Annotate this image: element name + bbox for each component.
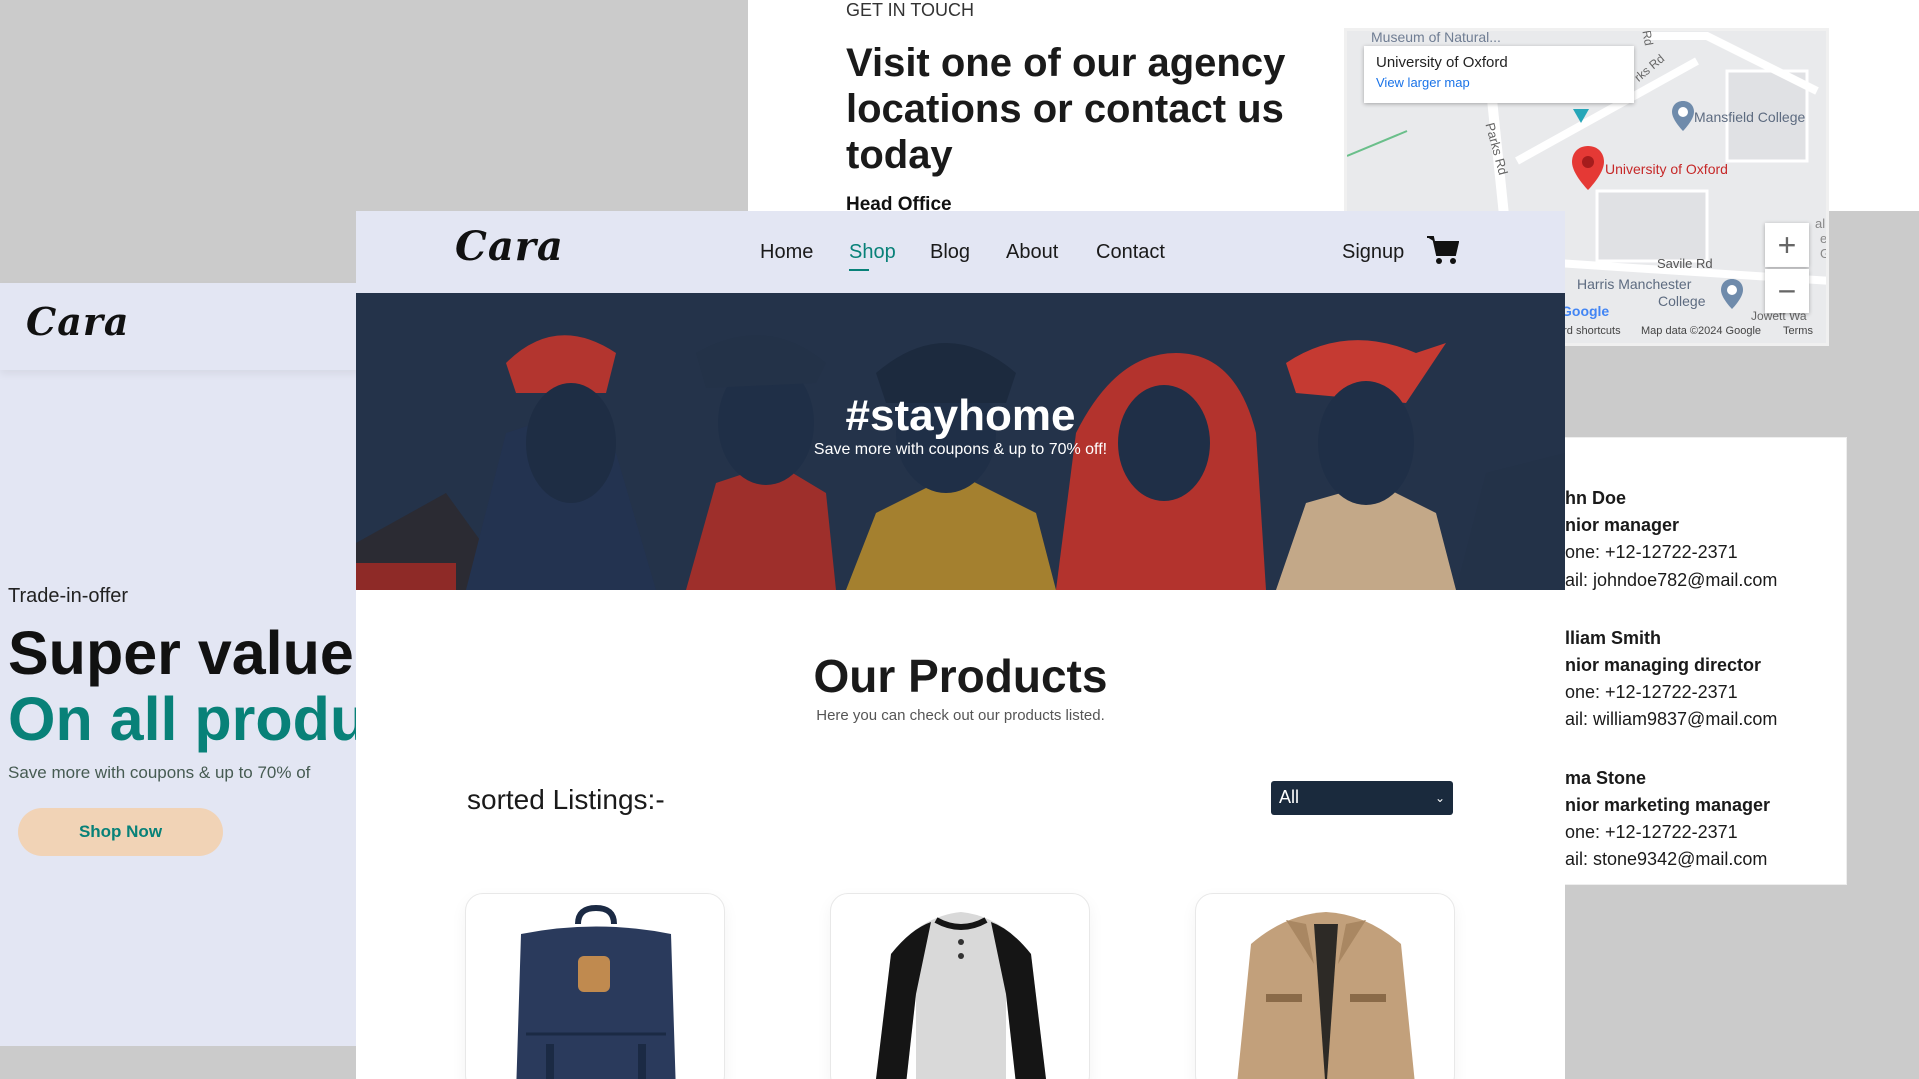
nav-blog[interactable]: Blog	[930, 241, 970, 264]
map-side-label-3: G	[1820, 246, 1826, 261]
products-section-subtitle: Here you can check out our products list…	[816, 707, 1105, 724]
shop-page-card: Cara Home Shop Blog About Contact Signup	[356, 211, 1565, 1079]
map-label-harris-1: Harris Manchester	[1577, 276, 1692, 292]
map-terms-link[interactable]: Terms	[1783, 325, 1813, 337]
home-logo[interactable]: Cara	[26, 299, 130, 344]
get-in-touch-eyebrow: GET IN TOUCH	[846, 0, 975, 20]
people-card: hn Doe nior manager one: +12-12722-2371 …	[1564, 437, 1847, 885]
listing-filter-select[interactable]: All ⌄	[1271, 781, 1453, 815]
map-side-label-1: allic	[1815, 216, 1829, 231]
filter-selected-value: All	[1279, 787, 1300, 807]
nav-contact[interactable]: Contact	[1096, 241, 1165, 264]
person-3-role: nior marketing manager	[1565, 795, 1771, 815]
contact-heading: Visit one of our agency locations or con…	[846, 41, 1286, 177]
shop-logo[interactable]: Cara	[455, 223, 564, 270]
nav-home[interactable]: Home	[760, 241, 813, 264]
marker-small-icon	[1573, 109, 1589, 128]
person-1-phone: one: +12-12722-2371	[1565, 542, 1738, 562]
map-zoom-out-button[interactable]: −	[1765, 269, 1809, 313]
map-label-museum: Museum of Natural...	[1371, 29, 1501, 45]
hero-headline-2: On all produ	[8, 685, 368, 753]
map-info-title: University of Oxford	[1376, 54, 1508, 71]
shop-navbar: Cara Home Shop Blog About Contact Signup	[356, 211, 1565, 293]
keyboard-shortcuts-link[interactable]: ard shortcuts	[1557, 325, 1621, 337]
hero-headline-1: Super value	[8, 619, 354, 687]
products-section-title: Our Products	[813, 650, 1108, 702]
person-2-email[interactable]: ail: william9837@mail.com	[1565, 709, 1777, 730]
person-2-phone: one: +12-12722-2371	[1565, 682, 1738, 702]
university-pin-icon[interactable]	[1572, 146, 1604, 195]
person-1-role: nior manager	[1565, 515, 1680, 535]
map-label-harris-2: College	[1658, 293, 1706, 309]
nav-shop[interactable]: Shop	[849, 241, 896, 264]
trade-in-label: Trade-in-offer	[8, 585, 129, 607]
home-header: Cara	[0, 283, 360, 370]
hero-subtext: Save more with coupons & up to 70% of	[8, 763, 311, 782]
shop-now-button[interactable]: Shop Now	[18, 808, 223, 856]
product-card[interactable]	[1195, 893, 1455, 1079]
person-3-phone: one: +12-12722-2371	[1565, 822, 1738, 842]
google-logo: Google	[1561, 303, 1610, 319]
cart-icon[interactable]	[1427, 235, 1460, 270]
person-3-email[interactable]: ail: stone9342@mail.com	[1565, 849, 1767, 870]
map-data-attribution: Map data ©2024 Google	[1641, 325, 1762, 337]
sorted-listings-label: sorted Listings:-	[467, 784, 665, 815]
hero-title: #stayhome	[845, 391, 1076, 440]
map-zoom-in-button[interactable]: +	[1765, 223, 1809, 267]
hero-subtitle: Save more with coupons & up to 70% off!	[813, 441, 1108, 458]
khaki-jacket-image	[1237, 912, 1415, 1079]
map-info-box: University of Oxford View larger map	[1364, 46, 1634, 103]
person-2-name: lliam Smith	[1565, 628, 1662, 648]
nav-active-underline	[849, 269, 869, 271]
map-side-label-2: ec	[1820, 231, 1828, 246]
product-card[interactable]	[465, 893, 725, 1079]
mansfield-pin-icon	[1672, 101, 1694, 136]
backpack-image	[516, 904, 676, 1079]
person-1-name: hn Doe	[1565, 488, 1626, 508]
map-label-savile: Savile Rd	[1657, 256, 1713, 271]
product-card[interactable]	[830, 893, 1090, 1079]
view-larger-map-link[interactable]: View larger map	[1376, 75, 1622, 90]
person-3-name: ma Stone	[1565, 768, 1647, 788]
chevron-down-icon: ⌄	[1434, 791, 1445, 805]
map-label-rd: Rd	[1639, 29, 1656, 47]
nav-about[interactable]: About	[1006, 241, 1058, 264]
map-label-university: University of Oxford	[1605, 161, 1728, 177]
nav-signup[interactable]: Signup	[1342, 241, 1404, 264]
map-label-mansfield: Mansfield College	[1694, 109, 1806, 125]
stayhome-banner: #stayhome Save more with coupons & up to…	[356, 293, 1565, 590]
harris-pin-icon	[1721, 279, 1743, 314]
person-1-email[interactable]: ail: johndoe782@mail.com	[1565, 570, 1777, 591]
henley-shirt-image	[876, 912, 1046, 1079]
person-2-role: nior managing director	[1565, 655, 1762, 675]
